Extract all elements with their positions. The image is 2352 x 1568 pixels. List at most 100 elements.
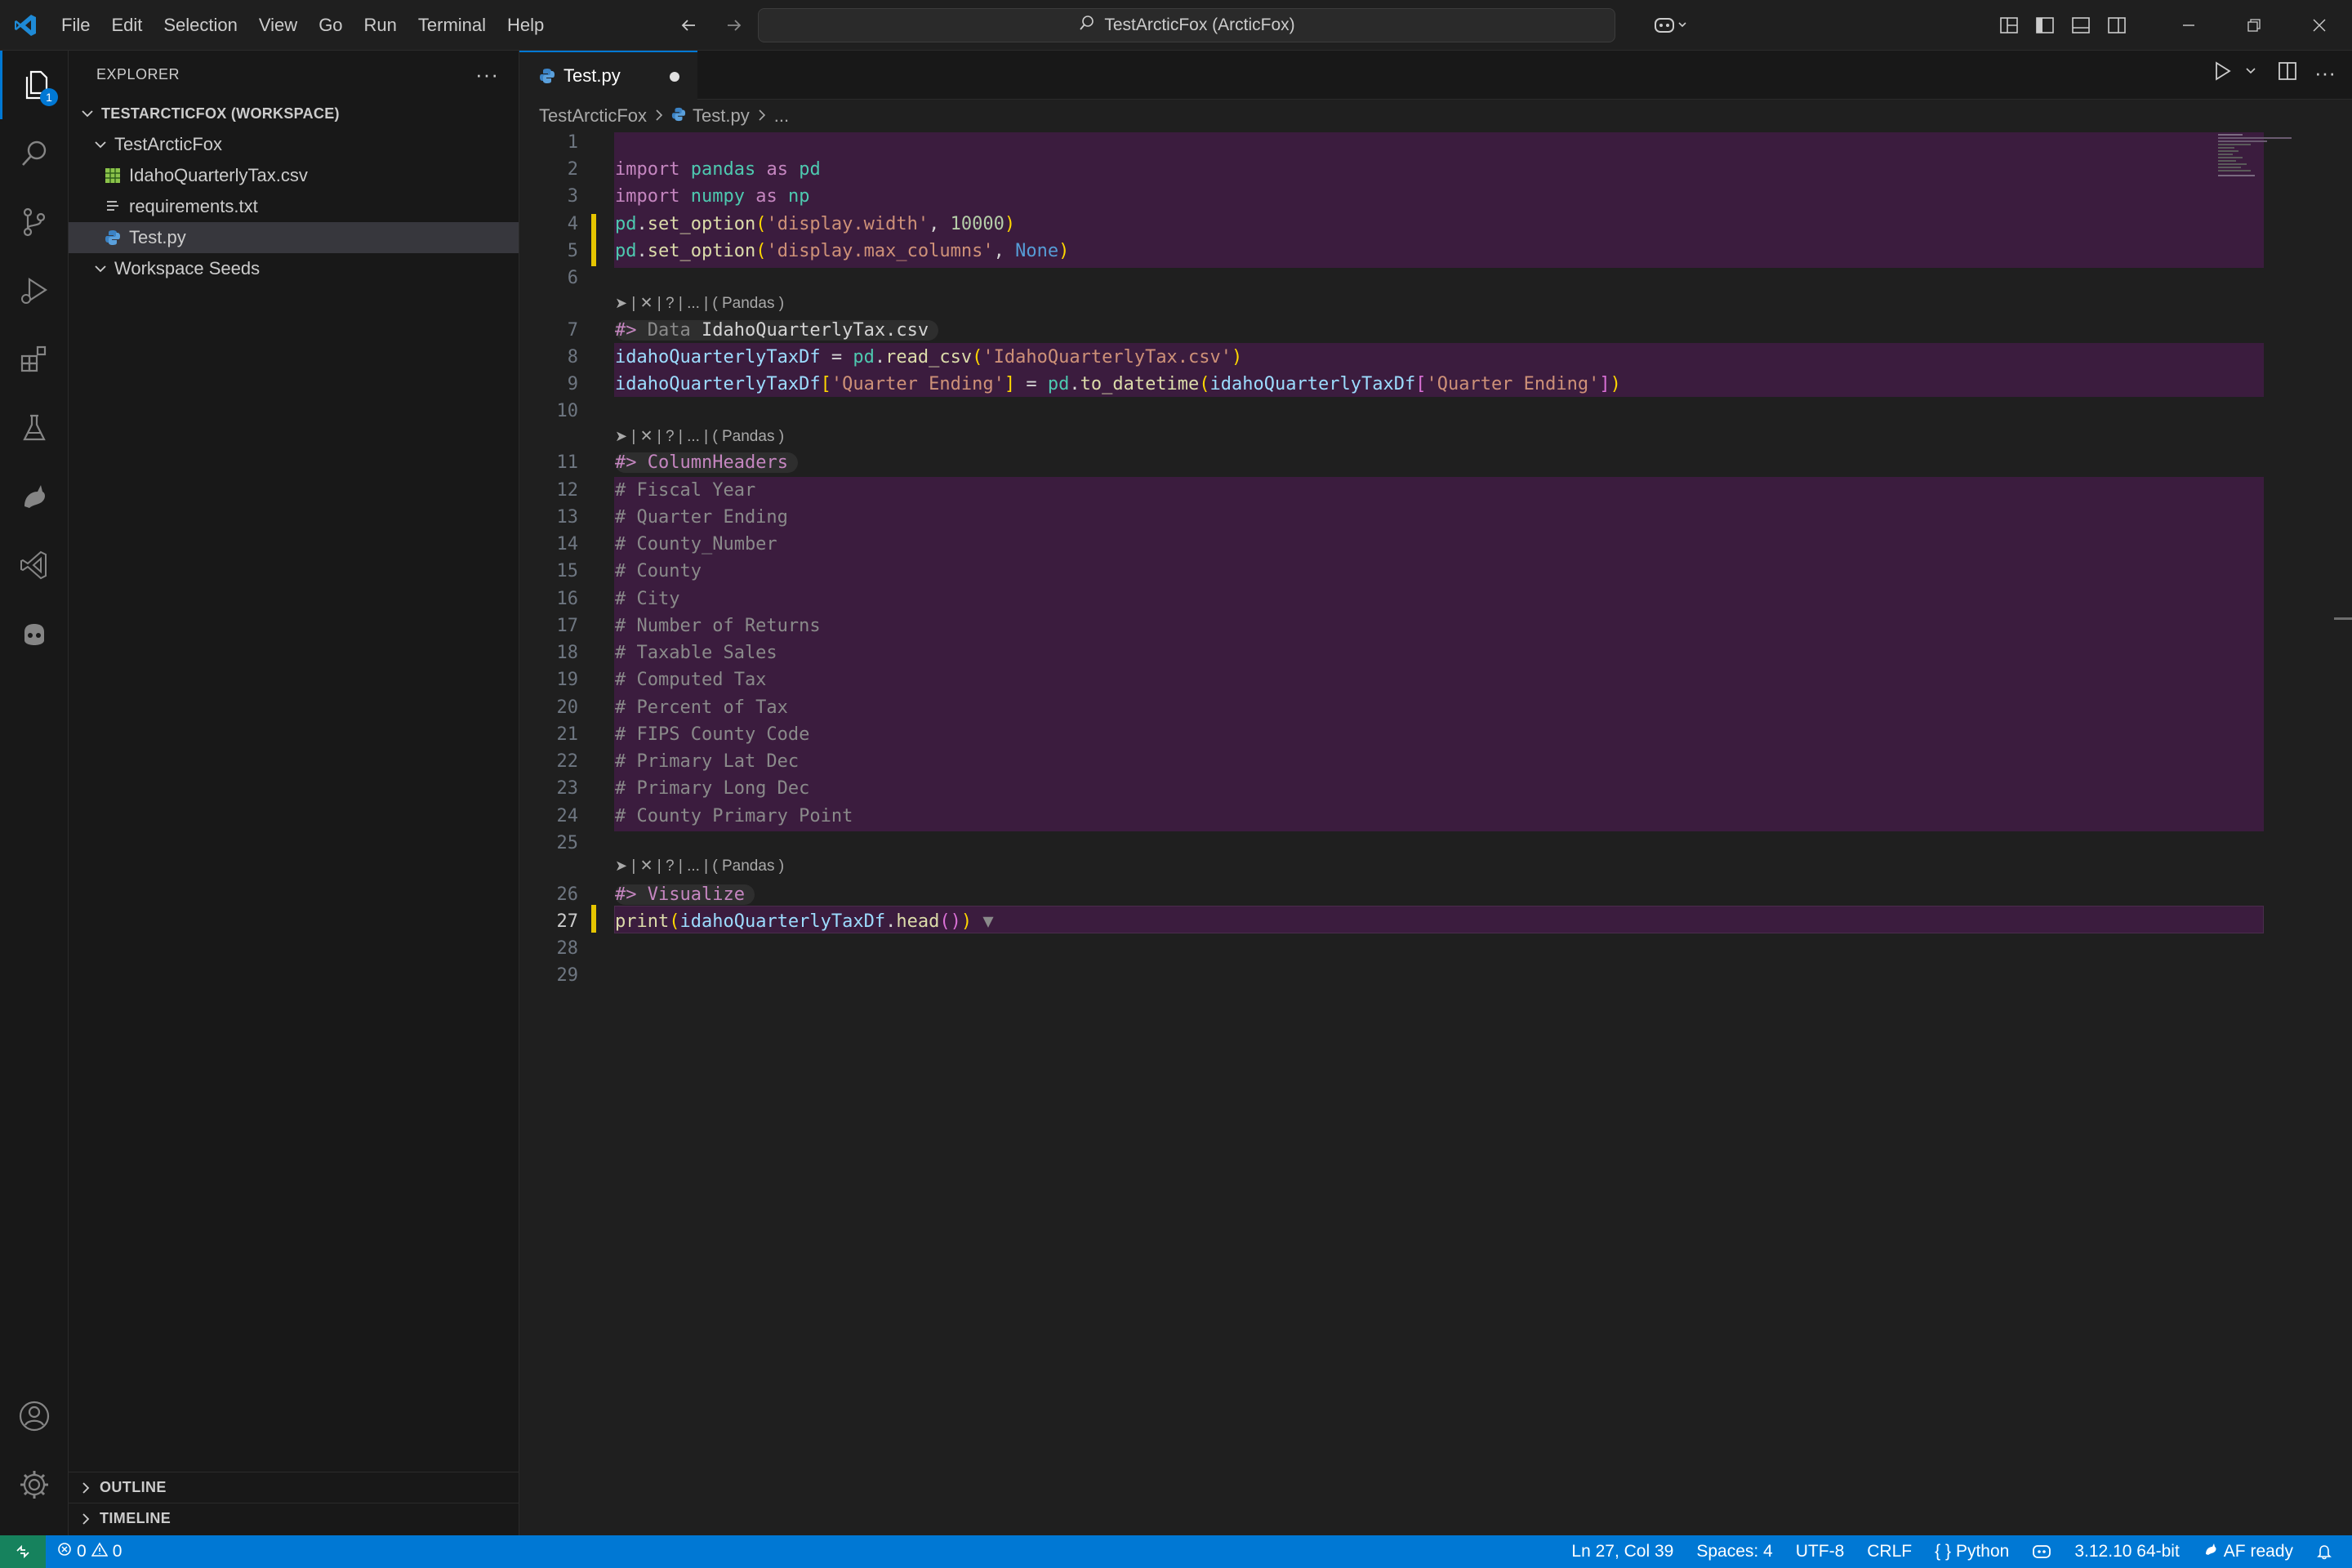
line-number: 4 [567,214,578,234]
code-line-18: # Taxable Sales [615,643,777,663]
indentation[interactable]: Spaces: 4 [1685,1535,1784,1568]
menu-run[interactable]: Run [354,7,408,43]
menu-terminal[interactable]: Terminal [408,7,497,43]
code-line-17: # Number of Returns [615,616,821,636]
run-python-file-icon[interactable] [2212,60,2233,86]
command-center-label: TestArcticFox (ArcticFox) [1104,16,1295,34]
minimap[interactable] [2218,132,2316,181]
menu-view[interactable]: View [248,7,308,43]
folder-workspace-seeds[interactable]: Workspace Seeds [69,253,519,284]
menu-edit[interactable]: Edit [100,7,153,43]
problems-indicator[interactable]: 0 0 [46,1535,133,1568]
end-of-line[interactable]: CRLF [1855,1535,1923,1568]
line-number: 8 [567,347,578,368]
code-lens-columnheaders[interactable]: ➤ | ✕ | ? | ... | ( Pandas ) [615,427,784,446]
chevron-down-icon [90,258,111,279]
file-requirements-txt[interactable]: requirements.txt [69,191,519,222]
accounts-icon[interactable] [0,1382,69,1450]
error-icon [57,1542,72,1561]
menu-file[interactable]: File [51,7,100,43]
python-file-icon [537,66,557,86]
run-cell-arrow-icon: ➤ [615,295,628,311]
code-line-27: print(idahoQuarterlyTaxDf.head()) ▼ [615,911,994,932]
menu-help[interactable]: Help [497,7,555,43]
line-number: 7 [567,320,578,341]
extensions-icon[interactable] [0,325,69,394]
code-line-7: #> Data IdahoQuarterlyTax.csv [615,320,939,341]
run-cell-arrow-icon: ➤ [615,858,628,874]
code-line-15: # County [615,561,702,581]
remote-indicator-icon[interactable] [0,1535,46,1568]
close-icon[interactable] [2287,0,2352,51]
command-center-search[interactable]: TestArcticFox (ArcticFox) [758,8,1615,42]
notifications-bell-icon[interactable] [2305,1535,2344,1568]
cell-headers-highlight [614,477,2264,831]
breadcrumb-more[interactable]: ... [774,105,789,127]
minimize-icon[interactable] [2156,0,2221,51]
forward-arrow-icon[interactable] [720,11,748,39]
tab-label: Test.py [564,65,621,86]
editor-actions: ··· [2212,60,2336,86]
folder-label: Workspace Seeds [114,258,261,278]
toggle-secondary-sidebar-icon[interactable] [2099,7,2135,43]
file-test-py[interactable]: Test.py [69,222,519,253]
outline-section[interactable]: OUTLINE [69,1472,519,1503]
chevron-down-icon [77,103,98,124]
cursor-position[interactable]: Ln 27, Col 39 [1560,1535,1685,1568]
line-number-current: 27 [556,911,579,932]
explorer-badge: 1 [40,88,58,106]
split-editor-icon[interactable] [2277,60,2298,86]
search-icon[interactable] [0,119,69,188]
arcticfox-status[interactable]: AF ready [2191,1535,2305,1568]
line-number: 21 [556,724,579,745]
run-dropdown-chevron-icon[interactable] [2244,65,2257,82]
manage-gear-icon[interactable] [0,1450,69,1519]
arctic-fox-icon[interactable] [0,462,69,531]
menu-selection[interactable]: Selection [153,7,248,43]
run-and-debug-icon[interactable] [0,256,69,325]
csv-file-icon [103,166,122,185]
code-editor[interactable]: 1 2 3 4 5 6 7 8 9 10 11 12 13 14 15 16 1… [519,132,2352,1535]
code-line-22: # Primary Lat Dec [615,751,800,772]
unsaved-dot-icon[interactable] [670,72,679,82]
testing-flask-icon[interactable] [0,394,69,462]
code-line-19: # Computed Tax [615,670,767,690]
copilot-status-icon[interactable] [2020,1535,2063,1568]
toggle-primary-sidebar-icon[interactable] [2027,7,2063,43]
code-lens-data[interactable]: ➤ | ✕ | ? | ... | ( Pandas ) [615,294,784,313]
chevron-right-icon [653,105,665,127]
chevron-right-icon [756,105,768,127]
line-number: 1 [567,132,578,153]
more-actions-icon[interactable]: ··· [2314,60,2336,86]
run-cell-arrow-icon: ➤ [615,428,628,444]
file-idahoquarterlytax-csv[interactable]: IdahoQuarterlyTax.csv [69,160,519,191]
back-arrow-icon[interactable] [675,11,702,39]
code-line-4: pd.set_option('display.width', 10000) [615,214,1016,234]
outline-label: OUTLINE [100,1479,167,1495]
toggle-panel-icon[interactable] [2063,7,2099,43]
line-number: 2 [567,159,578,180]
timeline-section[interactable]: TIMELINE [69,1503,519,1534]
folder-testarcticfox[interactable]: TestArcticFox [69,129,519,160]
tab-test-py[interactable]: Test.py [519,51,697,100]
restore-icon[interactable] [2221,0,2287,51]
breadcrumb-file[interactable]: Test.py [693,105,750,127]
search-icon [1078,14,1096,37]
scrollbar-marker[interactable] [2334,617,2352,620]
visual-studio-icon[interactable] [0,531,69,599]
copilot-icon[interactable] [1645,7,1697,43]
customize-layout-icon[interactable] [1991,7,2027,43]
more-actions-icon[interactable]: ··· [475,62,499,87]
python-interpreter[interactable]: 3.12.10 64-bit [2063,1535,2190,1568]
menu-go[interactable]: Go [308,7,353,43]
encoding[interactable]: UTF-8 [1784,1535,1856,1568]
explorer-icon[interactable]: 1 [0,51,69,119]
code-line-5: pd.set_option('display.max_columns', Non… [615,241,1070,261]
copilot-chat-icon[interactable] [0,599,69,668]
code-lens-visualize[interactable]: ➤ | ✕ | ? | ... | ( Pandas ) [615,857,784,875]
activity-bar: 1 [0,51,69,1535]
workspace-root[interactable]: TESTARCTICFOX (WORKSPACE) [69,98,519,129]
source-control-icon[interactable] [0,188,69,256]
language-mode[interactable]: { } Python [1923,1535,2020,1568]
breadcrumb-folder[interactable]: TestArcticFox [539,105,647,127]
